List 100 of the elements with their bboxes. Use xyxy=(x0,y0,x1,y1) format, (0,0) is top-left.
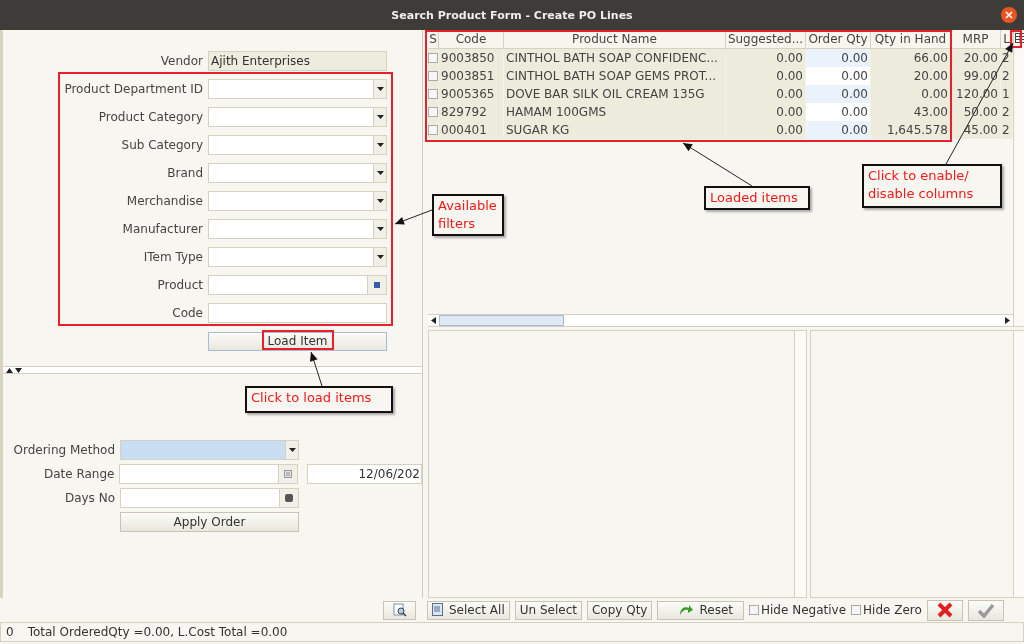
checkbox-label: Hide Zero xyxy=(863,603,922,617)
field-label: Days No xyxy=(63,491,116,505)
spinner-icon xyxy=(285,494,293,502)
table-cell: CINTHOL BATH SOAP CONFIDENC... xyxy=(504,49,726,67)
caret-icon xyxy=(376,115,384,119)
table-cell: HAMAM 100GMS xyxy=(504,103,726,121)
row-checkbox[interactable] xyxy=(428,71,438,81)
scrollbar[interactable] xyxy=(1014,49,1024,326)
table-cell: CINTHOL BATH SOAP GEMS PROT... xyxy=(504,67,726,85)
dropdown-field[interactable] xyxy=(208,191,387,211)
scroll-left-icon[interactable] xyxy=(431,317,436,324)
row-checkbox[interactable] xyxy=(428,125,438,135)
cancel-button[interactable] xyxy=(926,599,963,621)
table-cell: 0.00 xyxy=(726,67,806,85)
dropdown-field[interactable] xyxy=(120,440,299,460)
table-cell: DOVE BAR SILK OIL CREAM 135G xyxy=(504,85,726,103)
arrow xyxy=(309,351,323,387)
caret-icon xyxy=(376,255,384,259)
table-cell: 43.00 xyxy=(871,103,951,121)
lookup-field[interactable] xyxy=(208,275,387,295)
caret-icon xyxy=(376,87,384,91)
column-header[interactable]: MRP xyxy=(951,30,1001,49)
redo-arrow-icon xyxy=(678,603,695,617)
dropdown-field[interactable] xyxy=(208,247,387,267)
field-label: Manufacturer xyxy=(121,222,204,236)
dropdown-field[interactable] xyxy=(208,107,387,127)
checkbox-box[interactable] xyxy=(851,605,862,615)
field-label: Vendor xyxy=(159,54,204,68)
table-cell: 0.00 xyxy=(806,85,871,103)
calendar-icon xyxy=(283,470,292,478)
table-cell: 2 xyxy=(1001,121,1013,139)
table-cell: 9005365 xyxy=(439,85,504,103)
table-cell: 2 xyxy=(1001,67,1013,85)
scroll-right-icon[interactable] xyxy=(1005,317,1010,324)
table-cell: 0.00 xyxy=(726,85,806,103)
callout-label: Available filters xyxy=(432,194,504,236)
field-label: Code xyxy=(171,306,204,320)
table-cell: 0.00 xyxy=(726,121,806,139)
load-item-button[interactable]: Load Item xyxy=(208,331,387,351)
vendor-field: Ajith Enterprises xyxy=(208,51,387,71)
callout-label: Click to load items xyxy=(245,386,393,413)
date-field[interactable] xyxy=(119,464,298,484)
field-label: Merchandise xyxy=(125,194,204,208)
copy-qty-button[interactable]: Copy Qty xyxy=(586,600,653,620)
table-cell: 000401 xyxy=(439,121,504,139)
caret-icon xyxy=(376,143,384,147)
table-cell: 1 xyxy=(1001,85,1013,103)
table-cell: 0.00 xyxy=(726,103,806,121)
scrollbar[interactable] xyxy=(794,331,806,597)
dropdown-field[interactable] xyxy=(208,79,387,99)
arrow xyxy=(682,142,753,187)
field-label: Brand xyxy=(166,166,204,180)
caret-icon xyxy=(376,171,384,175)
table-cell: 2 xyxy=(1001,103,1013,121)
caret-icon xyxy=(288,448,296,452)
select-all-button[interactable]: Select All xyxy=(427,600,510,620)
checkbox[interactable]: Hide Zero xyxy=(851,603,922,617)
status-count: 0 xyxy=(6,625,14,639)
field-label: ITem Type xyxy=(142,250,204,264)
splitter-arrows-icon[interactable] xyxy=(6,367,22,373)
table-cell: 9003851 xyxy=(439,67,504,85)
table-cell: 0.00 xyxy=(806,121,871,139)
caret-icon xyxy=(376,227,384,231)
input-field[interactable] xyxy=(120,488,299,508)
field-label: Date Range xyxy=(42,467,116,481)
apply-order-button[interactable]: Apply Order xyxy=(120,512,299,532)
row-checkbox[interactable] xyxy=(428,107,438,117)
field-label: Product Category xyxy=(97,110,204,124)
input-field[interactable] xyxy=(208,303,387,323)
table-cell: 9003850 xyxy=(439,49,504,67)
table-cell: 0.00 xyxy=(871,85,951,103)
highlight-frame xyxy=(262,330,334,350)
preview-button[interactable] xyxy=(383,600,416,620)
row-checkbox[interactable] xyxy=(428,89,438,99)
table-cell: SUGAR KG xyxy=(504,121,726,139)
reset-button[interactable]: Reset xyxy=(657,600,744,620)
column-chooser-icon[interactable] xyxy=(1015,33,1024,43)
table-cell: 0.00 xyxy=(806,103,871,121)
row-checkbox[interactable] xyxy=(428,53,438,63)
field-label: Sub Category xyxy=(120,138,204,152)
table-cell: 66.00 xyxy=(871,49,951,67)
dropdown-field[interactable] xyxy=(208,163,387,183)
close-icon[interactable] xyxy=(1001,7,1017,23)
confirm-button[interactable] xyxy=(967,599,1004,621)
scrollbar-thumb[interactable] xyxy=(439,315,564,326)
dropdown-field[interactable] xyxy=(208,135,387,155)
table-cell: 829792 xyxy=(439,103,504,121)
table-cell: 45.00 xyxy=(951,121,1001,139)
checkbox-box[interactable] xyxy=(749,605,759,615)
callout-label: Loaded items xyxy=(704,186,810,210)
table-cell: 20.00 xyxy=(871,67,951,85)
field-label: Product xyxy=(156,278,204,292)
table-cell: 0.00 xyxy=(726,49,806,67)
caret-icon xyxy=(376,199,384,203)
callout-label: Click to enable/ disable columns xyxy=(862,164,1002,208)
date-field[interactable]: 12/06/202 xyxy=(306,464,422,484)
dropdown-field[interactable] xyxy=(208,219,387,239)
unselect-button[interactable]: Un Select xyxy=(514,600,582,620)
scrollbar[interactable] xyxy=(1013,331,1024,597)
field-label: Ordering Method xyxy=(12,443,116,457)
